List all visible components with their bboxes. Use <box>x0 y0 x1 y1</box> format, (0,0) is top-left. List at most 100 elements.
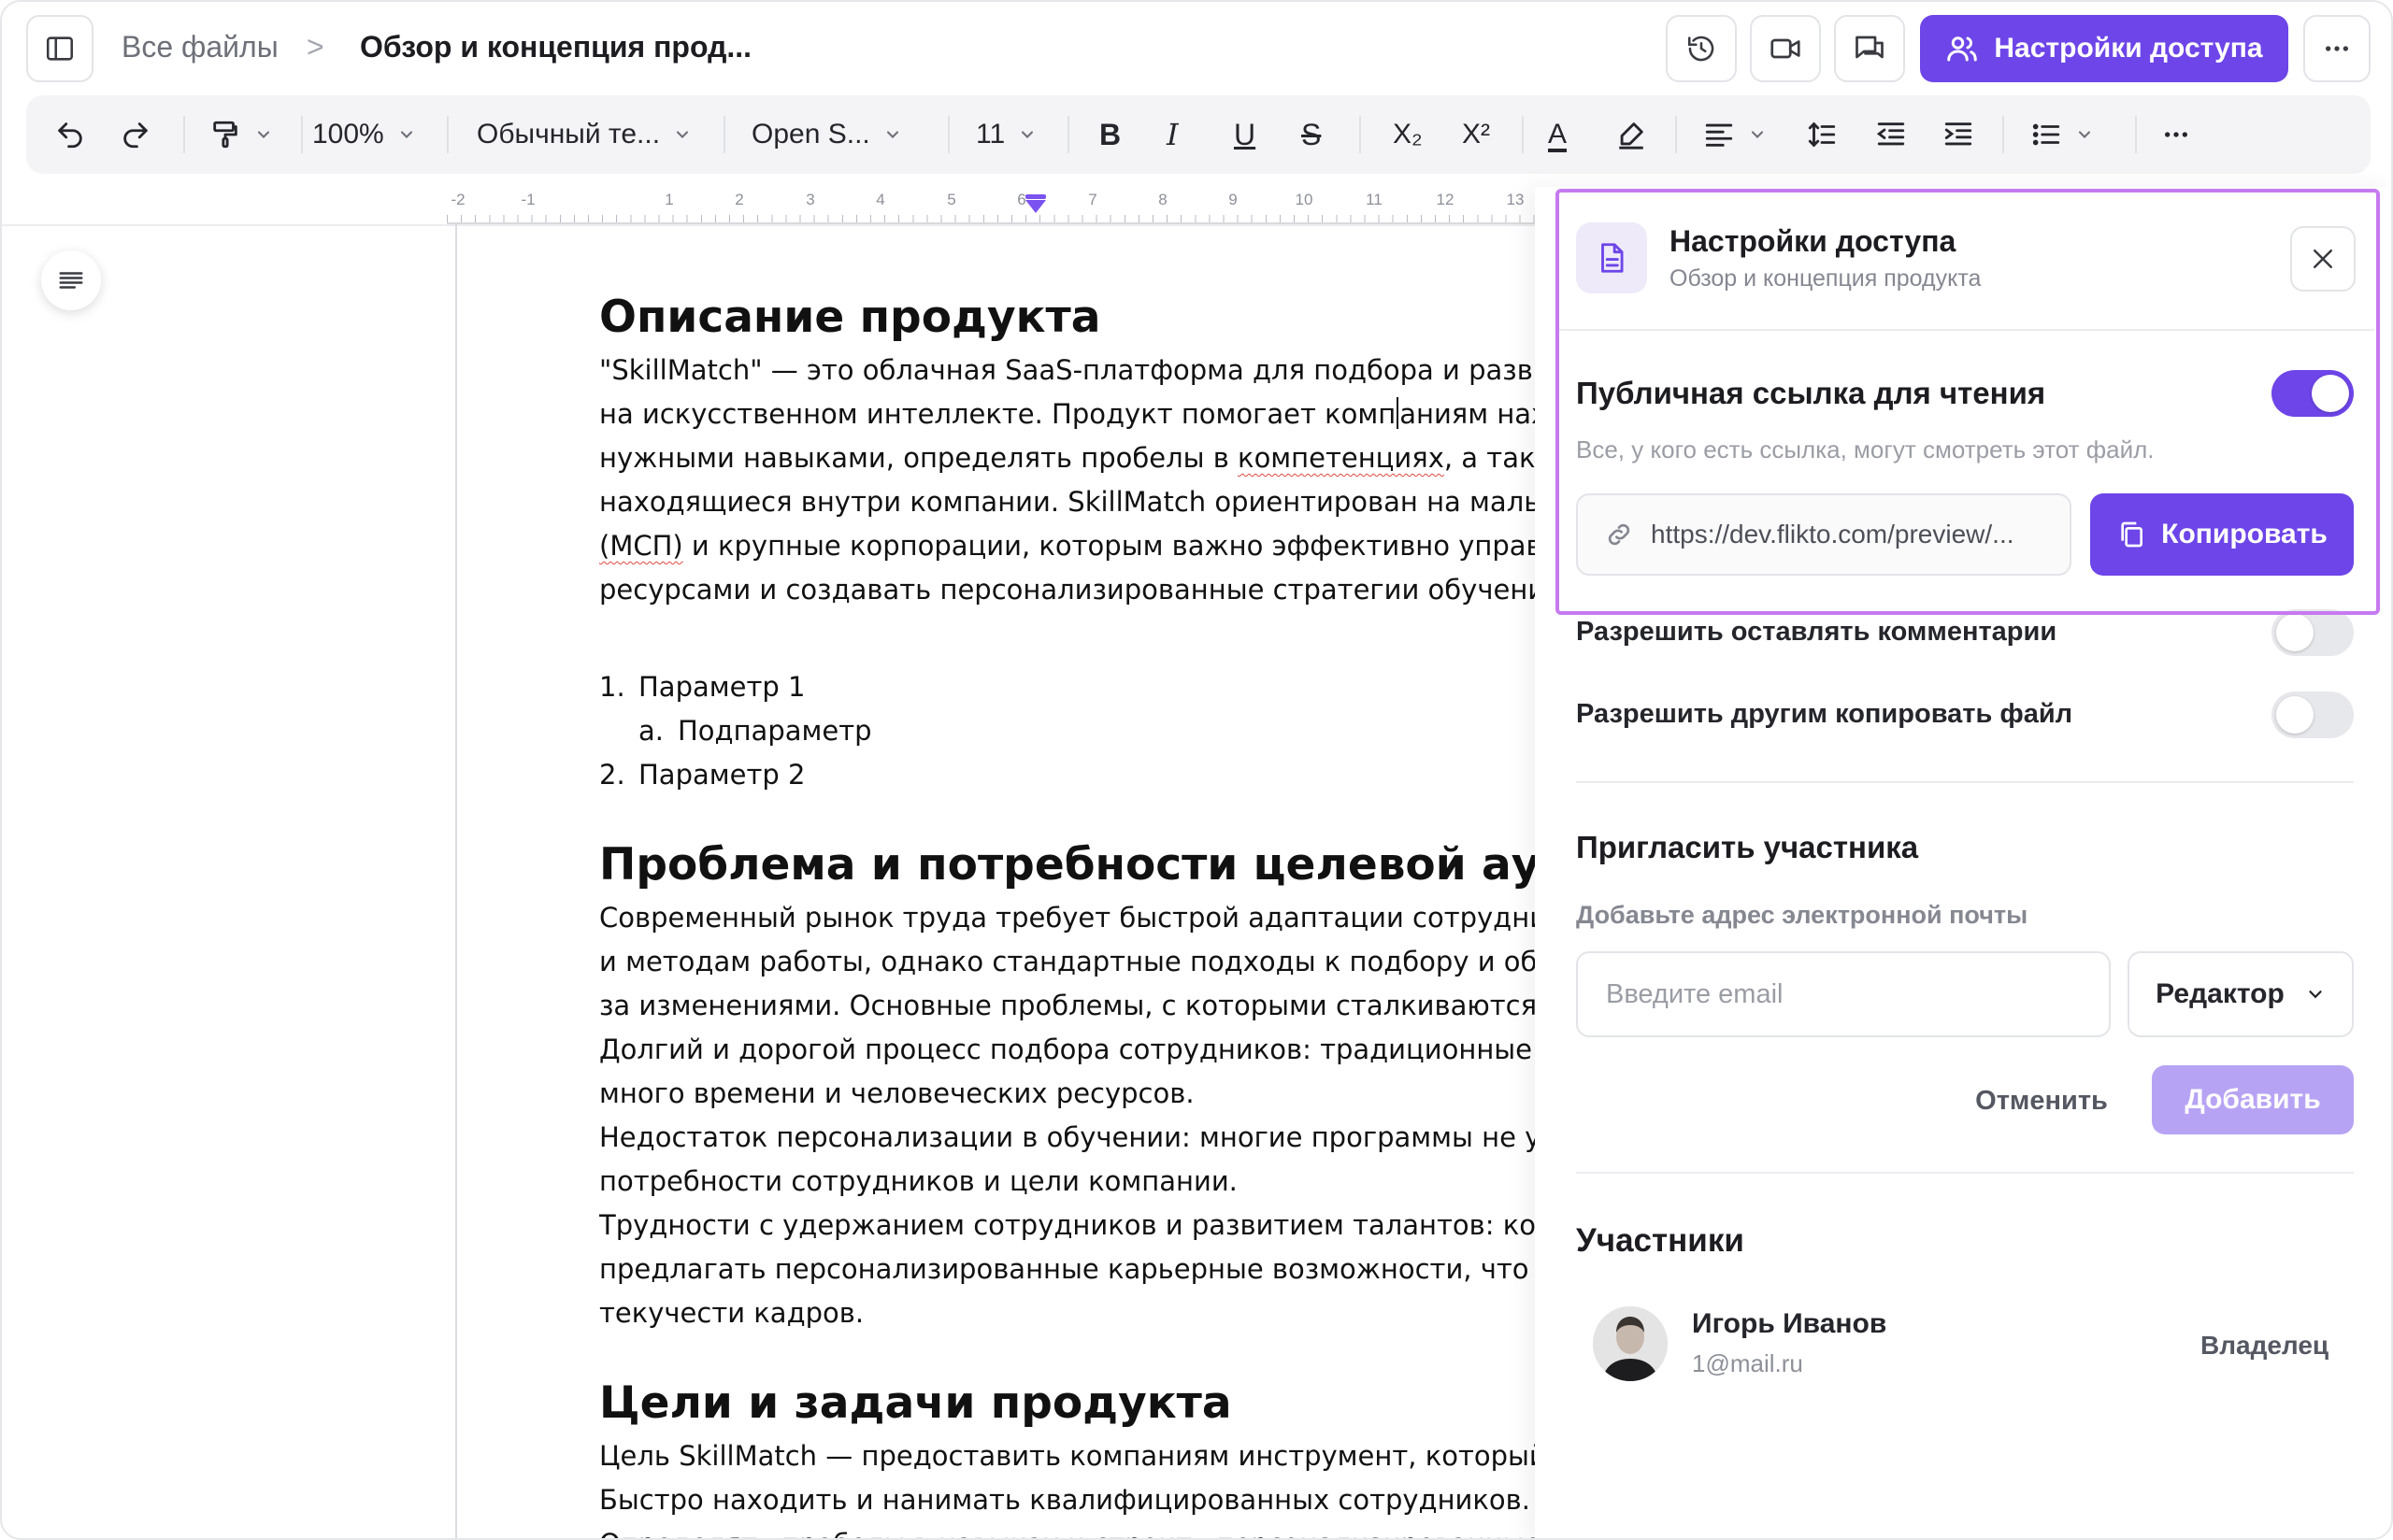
underline-button[interactable]: U <box>1234 95 1255 174</box>
font-family-select[interactable]: Open S... <box>752 95 902 174</box>
heading-goals: Цели и задачи продукта <box>599 1377 1232 1429</box>
ruler-label: 1 <box>665 191 674 208</box>
sidebar-toggle-button[interactable] <box>26 15 93 82</box>
invite-title: Пригласить участника <box>1576 830 1919 864</box>
more-options-button[interactable] <box>2303 15 2371 82</box>
public-link-description: Все, у кого есть ссылка, могут смотреть … <box>1576 435 2155 463</box>
superscript-button[interactable]: X² <box>1462 95 1490 174</box>
paint-roller-icon <box>213 121 237 149</box>
ruler-label: 6 <box>1017 191 1026 208</box>
member-name: Игорь Иванов <box>1692 1308 1887 1339</box>
document-title[interactable]: Обзор и концепция прод... <box>360 30 752 64</box>
zoom-select[interactable]: 100% <box>312 95 416 174</box>
toolbar-more-button[interactable] <box>2161 95 2191 174</box>
more-horizontal-icon <box>2326 46 2348 51</box>
video-call-button[interactable] <box>1750 15 1821 82</box>
align-button[interactable] <box>1703 95 1767 174</box>
bullet-list-icon <box>2032 123 2060 146</box>
breadcrumb-separator: > <box>307 30 324 64</box>
misspelled-word[interactable]: компетенциях <box>1238 442 1444 474</box>
ruler-ticks <box>447 215 1540 222</box>
ruler-label: 7 <box>1088 191 1097 208</box>
list-marker: 1. <box>599 671 625 703</box>
role-select[interactable]: Редактор <box>2128 951 2354 1037</box>
list-item: 1. Параметр 1 <box>599 665 1543 709</box>
highlight-button[interactable] <box>1615 95 1647 174</box>
text-line: Быстро находить и нанимать квалифицирова… <box>599 1484 1530 1516</box>
strikethrough-button[interactable]: S <box>1301 95 1321 174</box>
ruler-indent-marker-top[interactable] <box>1025 194 1046 199</box>
ruler-indent-marker[interactable] <box>1025 200 1046 213</box>
line-spacing-button[interactable] <box>1806 95 1838 174</box>
history-icon <box>1687 36 1714 62</box>
subscript-button[interactable]: X₂ <box>1393 95 1423 174</box>
ruler-label: -2 <box>451 191 466 208</box>
redo-button[interactable] <box>120 95 151 174</box>
copy-link-label: Копировать <box>2161 519 2328 549</box>
text-line: Трудности с удержанием сотрудников и раз… <box>599 1209 1543 1241</box>
email-input[interactable] <box>1576 951 2111 1037</box>
document-outline-button[interactable] <box>41 250 101 310</box>
indent-button[interactable] <box>1942 95 1974 174</box>
toggle-knob <box>2276 696 2314 734</box>
text-line: на искусственном интеллекте. Продукт пом… <box>599 392 1543 436</box>
access-settings-button[interactable]: Настройки доступа <box>1920 15 2288 82</box>
public-link-field[interactable]: https://dev.flikto.com/preview/... <box>1576 493 2071 576</box>
public-link-toggle[interactable] <box>2271 370 2354 417</box>
text-line: Долгий и дорогой процесс подбора сотрудн… <box>599 1034 1543 1065</box>
allow-comments-toggle[interactable] <box>2271 609 2354 656</box>
history-button[interactable] <box>1666 15 1737 82</box>
member-role: Владелец <box>2200 1331 2329 1360</box>
ruler-label: 13 <box>1506 191 1525 208</box>
align-left-icon <box>1705 123 1733 147</box>
panel-divider <box>1576 1172 2354 1174</box>
format-painter-button[interactable] <box>209 95 273 174</box>
copy-link-button[interactable]: Копировать <box>2090 493 2354 576</box>
public-link-title: Публичная ссылка для чтения <box>1576 376 2046 410</box>
sidebar-icon <box>46 36 74 61</box>
add-member-button[interactable]: Добавить <box>2152 1065 2354 1134</box>
allow-copy-toggle[interactable] <box>2271 692 2354 738</box>
text-color-button[interactable]: A <box>1548 95 1567 174</box>
paragraph-style-select[interactable]: Обычный те... <box>477 95 692 174</box>
ruler[interactable]: -2 -1 1 2 3 4 5 6 7 8 9 10 11 12 13 <box>447 187 1540 228</box>
font-size-select[interactable]: 11 <box>976 95 1037 174</box>
heading-product-description: Описание продукта <box>599 292 1101 343</box>
numbered-list: 1. Параметр 1 a. Подпараметр 2. Параметр 2 <box>599 665 1543 797</box>
text-line: много времени и человеческих ресурсов. <box>599 1077 1195 1109</box>
toggle-knob <box>2276 614 2314 651</box>
chevron-down-icon <box>257 131 270 138</box>
ruler-label: 8 <box>1158 191 1168 208</box>
list-button[interactable] <box>2030 95 2094 174</box>
outdent-icon <box>1876 122 1905 146</box>
ruler-label: 9 <box>1228 191 1238 208</box>
ruler-label: 10 <box>1295 191 1313 208</box>
document-page[interactable]: Описание продукта "SkillMatch" — это обл… <box>599 287 1543 1538</box>
cancel-invite-button[interactable]: Отменить <box>1957 1067 2126 1134</box>
comments-button[interactable] <box>1834 15 1905 82</box>
list-item-text: Параметр 1 <box>638 671 806 703</box>
text-line: и методам работы, однако стандартные под… <box>599 946 1543 977</box>
breadcrumb-all-files[interactable]: Все файлы <box>122 30 279 64</box>
close-panel-button[interactable] <box>2290 226 2356 292</box>
italic-button[interactable]: I <box>1167 95 1179 174</box>
outdent-button[interactable] <box>1875 95 1907 174</box>
more-horizontal-icon <box>2165 132 2187 137</box>
undo-button[interactable] <box>54 95 86 174</box>
misspelled-word[interactable]: (МСП) <box>599 530 683 562</box>
text-line: потребности сотрудников и цели компании. <box>599 1165 1238 1197</box>
toolbar-divider <box>1522 116 1524 153</box>
toolbar-divider <box>2135 116 2137 153</box>
chevron-down-icon <box>400 131 412 138</box>
ruler-label: 4 <box>876 191 885 208</box>
ruler-label: 3 <box>806 191 815 208</box>
panel-divider <box>1555 329 2374 331</box>
toolbar-divider <box>948 116 950 153</box>
bold-button[interactable]: B <box>1099 95 1121 174</box>
user-photo-icon <box>1593 1306 1668 1381</box>
toolbar-divider <box>1068 116 1069 153</box>
text-line: Недостаток персонализации в обучении: мн… <box>599 1121 1543 1153</box>
allow-comments-label: Разрешить оставлять комментарии <box>1576 617 2057 647</box>
